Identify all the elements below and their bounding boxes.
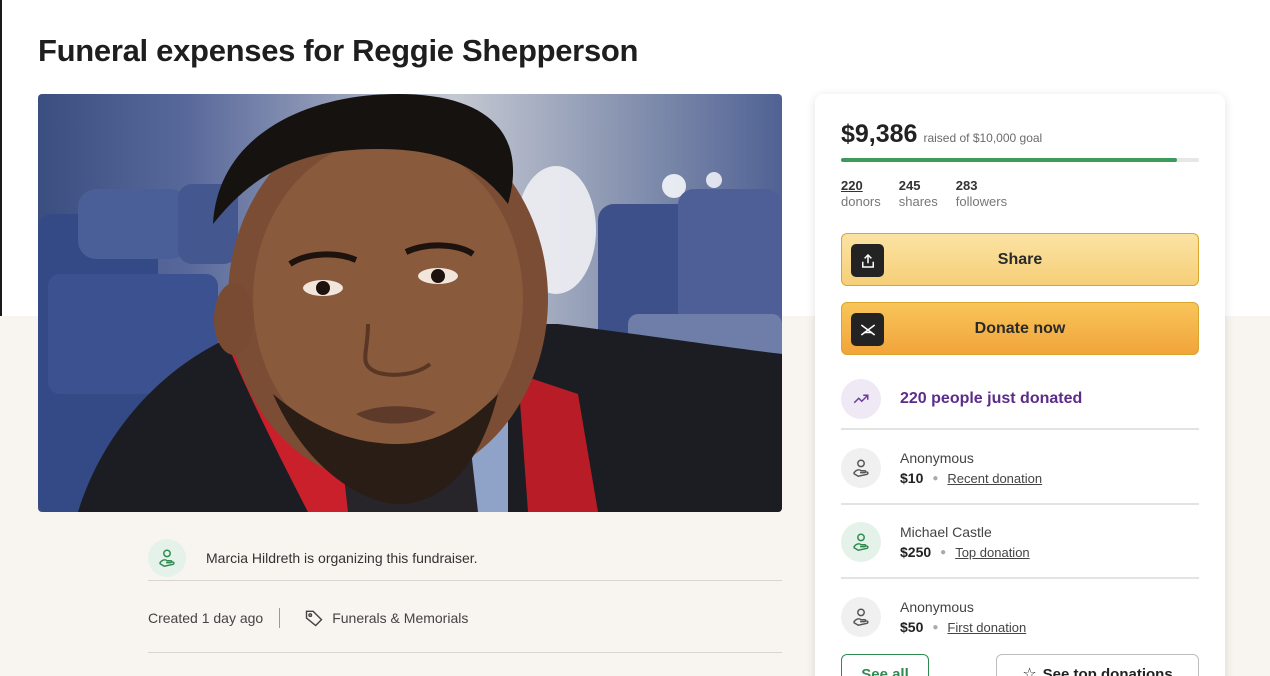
campaign-stats: 220 donors 245 shares 283 followers [841,178,1025,210]
tag-icon [304,608,324,628]
see-top-donations-label: See top donations [1042,665,1173,676]
stat-followers: 283 followers [956,178,1007,210]
donor-name: Anonymous [900,599,974,615]
donation-details: Michael Castle $250 ● Top donation [900,524,1030,560]
share-button[interactable]: Share [841,233,1199,286]
meta-separator [279,608,281,628]
donation-tag-link[interactable]: Top donation [955,545,1029,560]
recent-donations-text: 220 people just donated [900,390,1083,407]
stat-donors[interactable]: 220 donors [841,178,881,210]
hand-heart-icon [148,539,186,577]
donation-card: $9,386 raised of $10,000 goal 220 donors… [815,94,1225,676]
recent-activity: 220 people just donated [841,370,1199,430]
separator-dot: ● [940,546,947,558]
divider [148,652,782,653]
donate-button-label: Donate now [974,319,1066,337]
organizer-row: Marcia Hildreth is organizing this fundr… [148,536,782,581]
stat-label: shares [898,194,938,209]
raised-summary: $9,386 raised of $10,000 goal [841,120,1042,149]
campaign-meta: Created 1 day ago Funerals & Memorials [148,598,782,638]
campaign-photo-illustration [38,94,782,512]
stat-shares: 245 shares [899,178,938,210]
trending-up-icon [841,379,881,419]
stat-value: 220 [841,178,863,193]
donation-item: Anonymous $10 ● Recent donation [841,433,1199,505]
stat-value: 283 [955,178,978,193]
share-button-label: Share [997,250,1043,268]
stat-label: donors [841,194,881,209]
progress-bar [841,158,1199,162]
donation-details: Anonymous $10 ● Recent donation [900,450,1042,486]
donation-details: Anonymous $50 ● First donation [900,599,1026,635]
progress-fill [841,158,1178,162]
see-all-button[interactable]: See all [841,654,929,676]
donation-item: Anonymous $50 ● First donation [841,581,1199,653]
created-date: Created 1 day ago [148,610,264,626]
donation-item: Michael Castle $250 ● Top donation [841,507,1199,579]
stat-label: followers [955,194,1008,209]
separator-dot: ● [932,472,939,484]
hand-heart-icon [841,522,881,562]
separator-dot: ● [932,621,939,633]
donation-tag-link[interactable]: Recent donation [947,471,1042,486]
goal-text: raised of $10,000 goal [923,131,1043,145]
hand-heart-icon [841,597,881,637]
gofundme-icon [851,313,884,346]
upload-icon [851,244,884,277]
raised-amount: $9,386 [841,120,918,148]
hand-heart-icon [841,448,881,488]
stat-value: 245 [898,178,921,193]
star-icon: ☆ [1022,666,1037,676]
donor-name: Michael Castle [900,524,992,540]
see-top-donations-button[interactable]: ☆ See top donations [996,654,1199,676]
donation-amount: $250 [900,544,932,560]
campaign-photo [38,94,782,512]
donate-button[interactable]: Donate now [841,302,1199,355]
category-link[interactable]: Funerals & Memorials [332,610,468,626]
donor-name: Anonymous [900,450,974,466]
page-title: Funeral expenses for Reggie Shepperson [38,33,639,68]
donation-amount: $10 [900,470,924,486]
organizer-text: Marcia Hildreth is organizing this fundr… [206,550,478,566]
donation-tag-link[interactable]: First donation [947,620,1026,635]
donation-amount: $50 [900,619,924,635]
